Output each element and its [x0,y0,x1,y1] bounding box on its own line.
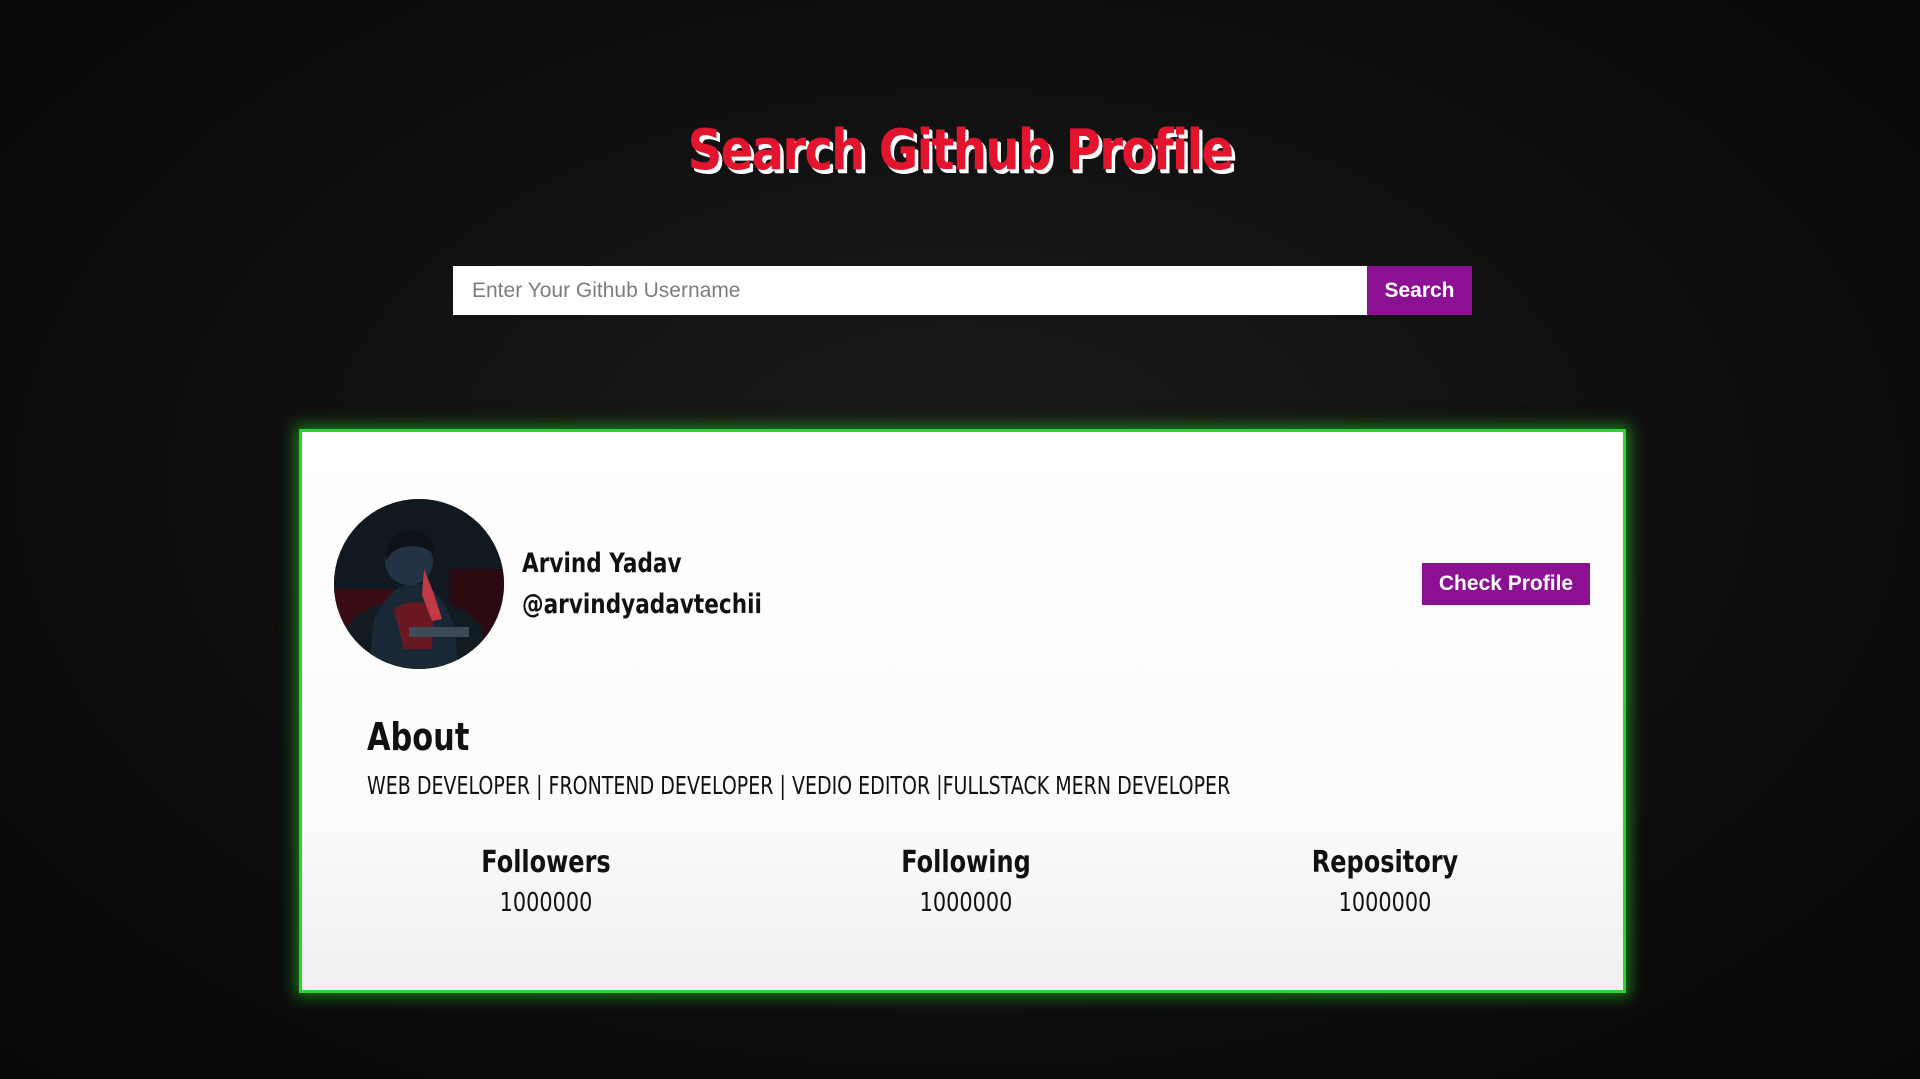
search-input[interactable] [453,266,1367,315]
stat-label-repository: Repository [1311,845,1459,880]
user-name: Arvind Yadav [522,548,682,579]
stat-followers: Followers 1000000 [396,845,696,918]
avatar-image [334,499,504,669]
search-button[interactable]: Search [1367,266,1472,315]
stat-value-following: 1000000 [919,888,1013,918]
about-heading: About [367,715,470,759]
stat-label-followers: Followers [481,845,611,880]
stat-value-followers: 1000000 [499,888,593,918]
search-bar: Search [453,266,1472,315]
about-text: WEB DEVELOPER | FRONTEND DEVELOPER | VED… [367,771,1231,800]
page-title: Search Github Profile [687,118,1234,183]
check-profile-button[interactable]: Check Profile [1422,563,1590,605]
stat-label-following: Following [901,845,1031,880]
profile-card: Arvind Yadav @arvindyadavtechii Check Pr… [299,429,1626,993]
avatar [334,499,504,669]
stat-following: Following 1000000 [816,845,1116,918]
stat-value-repository: 1000000 [1338,888,1432,918]
stat-repository: Repository 1000000 [1235,845,1535,918]
user-handle: @arvindyadavtechii [522,589,762,620]
